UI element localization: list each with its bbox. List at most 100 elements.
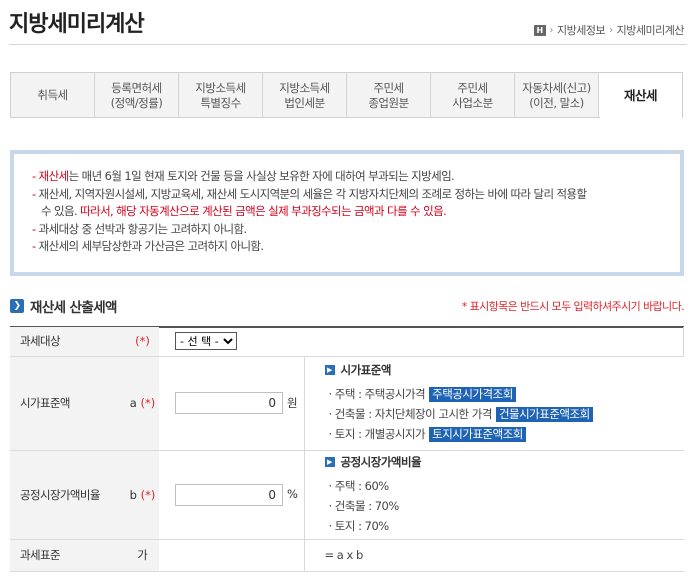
field-description: ▶ 시가표준액 · 주택 : 주택공시가격 주택공시가격조회 · 건축물 : 자치단…	[304, 356, 684, 451]
tab-sublabel: (정액/정률)	[110, 95, 163, 110]
notice-warning: 따라서, 해당 자동계산으로 계산된 금액은 실제 부과징수되는 금액과 다를 …	[80, 204, 447, 219]
description-line: · 건축물 : 70%	[328, 498, 400, 513]
required-mark: (*)	[140, 396, 156, 410]
field-symbol: 가	[126, 539, 159, 572]
tab-label: 취득세	[37, 88, 68, 102]
tab-local-income-special[interactable]: 지방소득세 특별징수	[179, 73, 263, 118]
tabs-baseline	[10, 117, 600, 118]
tab-registration-license-tax[interactable]: 등록면허세 (정액/정률)	[95, 73, 179, 118]
description-title-text: 시가표준액	[340, 363, 392, 377]
notice-box: - 재산세는 매년 6월 1일 현재 토지와 건물 등을 사실상 보유한 자에 …	[10, 150, 684, 276]
symbol-letter: a	[129, 396, 137, 410]
bullet-dash: -	[32, 186, 39, 201]
required-mark: (*)	[135, 334, 150, 349]
tab-sublabel: 특별징수	[200, 95, 241, 110]
arrow-right-icon: ▶	[324, 365, 335, 375]
tab-label: 재산세	[623, 88, 658, 103]
tab-sublabel: 법인세분	[284, 95, 325, 110]
chevron-right-icon: ›	[609, 24, 613, 36]
field-symbol: b (*)	[126, 450, 159, 540]
unit-label: 원	[287, 395, 298, 410]
breadcrumb-item[interactable]: 지방세정보	[557, 22, 606, 38]
tab-label: 자동차세(신고)	[522, 80, 591, 95]
field-input-cell: %	[159, 450, 305, 540]
tab-resident-employee[interactable]: 주민세 종업원분	[347, 73, 431, 118]
required-mark: (*)	[140, 487, 156, 502]
required-note: * 표시항목은 반드시 모두 입력하셔주시기 바랍니다.	[461, 300, 685, 313]
arrow-right-icon: ▶	[324, 456, 335, 467]
tax-base-formula: = a x b	[304, 539, 684, 572]
description-line: · 건축물 : 자치단체장이 고시한 가격 건물시가표준액조회	[325, 404, 684, 424]
field-description: ▶ 공정시장가액비율 · 주택 : 60% · 건축물 : 70% · 토지 : …	[304, 450, 684, 540]
tab-label: 지방소득세	[195, 80, 246, 95]
field-input-cell: 원	[159, 356, 305, 451]
tax-tabs: 취득세 등록면허세 (정액/정률) 지방소득세 특별징수 지방소득세 법인세분 주민세…	[10, 72, 683, 118]
tab-local-income-corporate[interactable]: 지방소득세 법인세분	[263, 73, 347, 118]
description-line: · 주택 : 주택공시가격 주택공시가격조회	[325, 384, 684, 404]
field-label: 과세표준	[10, 539, 126, 572]
breadcrumb: H › 지방세정보 › 지방세미리계산	[533, 22, 685, 38]
tab-property-tax[interactable]: 재산세	[599, 73, 682, 118]
section-title: ❯ 재산세 산출세액	[10, 296, 117, 316]
form-row-tax-object: 과세대상 (*) - 선 택 -	[10, 327, 684, 357]
chevron-right-icon: ›	[549, 24, 554, 36]
section-header: ❯ 재산세 산출세액 * 표시항목은 반드시 모두 입력하셔주시기 바랍니다.	[10, 296, 685, 316]
notice-text: 재산세의 세부담상한과 가산금은 고려하지 아니함.	[38, 239, 264, 254]
tab-sublabel: 사업소분	[452, 95, 493, 110]
notice-text: 수 있음.	[41, 204, 81, 219]
notice-line: - 재산세의 세부담상한과 가산금은 고려하지 아니함.	[32, 238, 680, 256]
description-title: ▶ 시가표준액	[324, 362, 684, 378]
field-label: 시가표준액	[10, 356, 126, 451]
field-symbol: a (*)	[126, 356, 159, 451]
calc-form: 과세대상 (*) - 선 택 - 시가표준액 a (*) 원 ▶ 시가표준액 · …	[10, 327, 684, 572]
tab-label: 등록면허세	[111, 80, 162, 95]
tab-sublabel: 종업원분	[368, 95, 409, 110]
form-row-fair-market-ratio: 공정시장가액비율 b (*) % ▶ 공정시장가액비율 · 주택 : 60% · …	[10, 450, 684, 540]
description-title-text: 공정시장가액비율	[340, 454, 422, 469]
tab-label: 주민세	[457, 80, 488, 95]
field-label: 과세대상	[10, 327, 126, 357]
description-line: · 주택 : 60%	[328, 478, 390, 493]
page-title: 지방세미리계산	[9, 12, 145, 37]
tab-label: 지방소득세	[279, 80, 330, 95]
standard-price-input[interactable]	[175, 392, 283, 414]
building-price-lookup-button[interactable]: 건물시가표준액조회	[495, 407, 593, 422]
description-title: ▶ 공정시장가액비율	[324, 454, 684, 470]
notice-line: - 과세대상 중 선박과 항공기는 고려하지 아니함.	[32, 221, 680, 239]
description-line: · 토지 : 70%	[328, 518, 390, 533]
form-row-tax-base: 과세표준 가 = a x b	[10, 539, 684, 572]
notice-line: 수 있음. 따라서, 해당 자동계산으로 계산된 금액은 실제 부과징수되는 금…	[32, 203, 680, 221]
field-label: 공정시장가액비율	[10, 450, 126, 540]
title-divider	[9, 44, 687, 45]
form-row-standard-price: 시가표준액 a (*) 원 ▶ 시가표준액 · 주택 : 주택공시가격주택공시가격…	[10, 356, 684, 451]
tab-sublabel: (이전, 말소)	[529, 95, 584, 110]
breadcrumb-current: 지방세미리계산	[616, 24, 685, 37]
field-symbol: (*)	[126, 327, 159, 357]
unit-label: %	[287, 487, 298, 501]
symbol-letter: b	[129, 487, 137, 502]
home-icon[interactable]: H	[533, 24, 546, 36]
notice-text: 과세대상 중 선박과 항공기는 고려하지 아니함.	[38, 221, 248, 236]
notice-text: 는 매년 6월 1일 현재 토지와 건물 등을 사실상 보유한 자에 대하여 부…	[68, 169, 455, 183]
section-title-text: 재산세 산출세액	[30, 300, 117, 316]
bullet-dash: -	[32, 221, 39, 236]
bullet-dash: -	[32, 169, 39, 183]
housing-price-lookup-button[interactable]: 주택공시가격조회	[429, 387, 516, 402]
tab-resident-business[interactable]: 주민세 사업소분	[431, 73, 515, 118]
notice-line: - 재산세는 매년 6월 1일 현재 토지와 건물 등을 사실상 보유한 자에 …	[32, 168, 680, 186]
bullet-dash: -	[32, 239, 39, 254]
tab-label: 주민세	[373, 80, 404, 95]
field-input-cell	[159, 539, 305, 572]
description-line: · 토지 : 개별공시지가 토지시가표준액조회	[325, 424, 684, 444]
description-text: · 주택 : 주택공시가격	[328, 387, 426, 401]
tab-vehicle-tax[interactable]: 자동차세(신고) (이전, 말소)	[515, 73, 599, 118]
field-input-cell: - 선 택 -	[159, 327, 684, 357]
notice-highlight: 재산세	[38, 169, 70, 183]
land-price-lookup-button[interactable]: 토지시가표준액조회	[429, 427, 526, 442]
description-text: · 토지 : 개별공시지가	[328, 427, 426, 441]
fair-market-ratio-input[interactable]	[175, 483, 283, 506]
tax-object-select[interactable]: - 선 택 -	[175, 332, 237, 351]
arrow-right-icon: ❯	[10, 299, 24, 313]
tab-acquisition-tax[interactable]: 취득세	[11, 73, 95, 118]
notice-text: 재산세, 지역자원시설세, 지방교육세, 재산세 도시지역분의 세율은 각 지방…	[38, 186, 587, 201]
